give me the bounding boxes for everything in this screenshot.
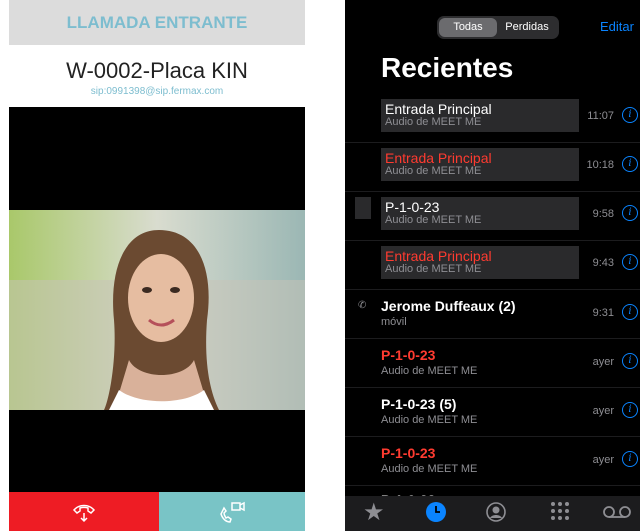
call-row[interactable]: Entrada Principal Audio de MEET ME 11:07… — [345, 94, 640, 143]
call-time: 9:31 — [592, 307, 614, 319]
video-feed — [9, 210, 305, 410]
call-name: P-1-0-23 — [385, 199, 440, 215]
call-row[interactable]: P-1-0-23 (5) Audio de MEET ME ayer i — [345, 388, 640, 437]
call-name: P-1-0-23 — [381, 347, 436, 363]
call-detail: Audio de MEET ME — [381, 414, 478, 426]
row-highlight: P-1-0-23 Audio de MEET ME — [381, 197, 579, 230]
call-row[interactable]: P-1-0-23 Audio de MEET ME ayer i — [345, 437, 640, 486]
call-time: ayer — [592, 405, 614, 417]
call-name: Jerome Duffeaux (2) — [381, 298, 516, 314]
call-detail: Audio de MEET ME — [381, 365, 478, 377]
call-time: 9:43 — [592, 257, 614, 269]
call-time: 9:58 — [592, 208, 614, 220]
hangup-icon — [72, 504, 96, 522]
info-icon[interactable]: i — [622, 156, 638, 172]
call-name: Entrada Principal — [385, 248, 492, 264]
caller-sip-address: sip:0991398@sip.fermax.com — [90, 86, 224, 97]
call-name: Entrada Principal — [385, 150, 492, 166]
tab-voicemail-icon[interactable] — [602, 501, 632, 528]
segment-all[interactable]: Todas — [439, 18, 497, 37]
page-title: Recientes — [381, 52, 514, 83]
tab-favorites-icon[interactable]: ★ — [363, 498, 385, 527]
filter-segmented-control: Todas Perdidas — [437, 16, 559, 39]
video-call-icon — [220, 501, 245, 523]
tab-bar: ★ — [345, 496, 640, 531]
info-icon[interactable]: i — [622, 254, 638, 270]
call-time: ayer — [592, 454, 614, 466]
row-highlight: Entrada Principal Audio de MEET ME — [381, 246, 579, 279]
call-name: P-1-0-23 (5) — [381, 396, 457, 412]
call-row[interactable]: Entrada Principal Audio de MEET ME 9:43 … — [345, 241, 640, 290]
hangup-button[interactable] — [9, 492, 159, 531]
row-highlight: Entrada Principal Audio de MEET ME — [381, 148, 579, 181]
caller-name: W-0002-Placa KIN — [66, 58, 248, 83]
call-name: Entrada Principal — [385, 101, 492, 117]
call-detail: móvil — [381, 316, 407, 328]
accept-video-button[interactable] — [159, 492, 305, 531]
caller-info: W-0002-Placa KIN sip:0991398@sip.fermax.… — [9, 45, 305, 107]
call-detail: Audio de MEET ME — [385, 165, 482, 177]
call-row[interactable]: ✆ Jerome Duffeaux (2) móvil 9:31 i — [345, 290, 640, 339]
info-icon[interactable]: i — [622, 107, 638, 123]
info-icon[interactable]: i — [622, 402, 638, 418]
tab-recents-icon[interactable] — [425, 501, 447, 528]
info-icon[interactable]: i — [622, 451, 638, 467]
row-highlight: Entrada Principal Audio de MEET ME — [381, 99, 579, 132]
call-detail: Audio de MEET ME — [385, 214, 482, 226]
tab-contacts-icon[interactable] — [485, 501, 507, 528]
segment-missed[interactable]: Perdidas — [497, 18, 557, 37]
call-row[interactable]: P-1-0-23 Audio de MEET ME 9:58 i — [345, 192, 640, 241]
call-row[interactable]: Entrada Principal Audio de MEET ME 10:18… — [345, 143, 640, 192]
call-detail: Audio de MEET ME — [385, 116, 482, 128]
incoming-call-header: LLAMADA ENTRANTE — [9, 0, 305, 45]
call-time: 10:18 — [586, 159, 614, 171]
info-icon[interactable]: i — [622, 205, 638, 221]
phone-icon: ✆ — [358, 300, 367, 311]
info-icon[interactable]: i — [622, 304, 638, 320]
call-detail: Audio de MEET ME — [381, 463, 478, 475]
call-name: P-1-0-23 — [381, 445, 436, 461]
call-type-icon — [355, 197, 371, 219]
call-time: 11:07 — [587, 110, 614, 122]
info-icon[interactable]: i — [622, 353, 638, 369]
tab-keypad-icon[interactable] — [550, 501, 570, 528]
edit-button[interactable]: Editar — [600, 19, 634, 34]
incoming-call-screen: LLAMADA ENTRANTE W-0002-Placa KIN sip:09… — [9, 0, 305, 531]
recents-screen: Todas Perdidas Editar Recientes Entrada … — [345, 0, 640, 531]
call-detail: Audio de MEET ME — [385, 263, 482, 275]
call-row[interactable]: P-1-0-23 Audio de MEET ME ayer i — [345, 339, 640, 388]
call-time: ayer — [592, 356, 614, 368]
